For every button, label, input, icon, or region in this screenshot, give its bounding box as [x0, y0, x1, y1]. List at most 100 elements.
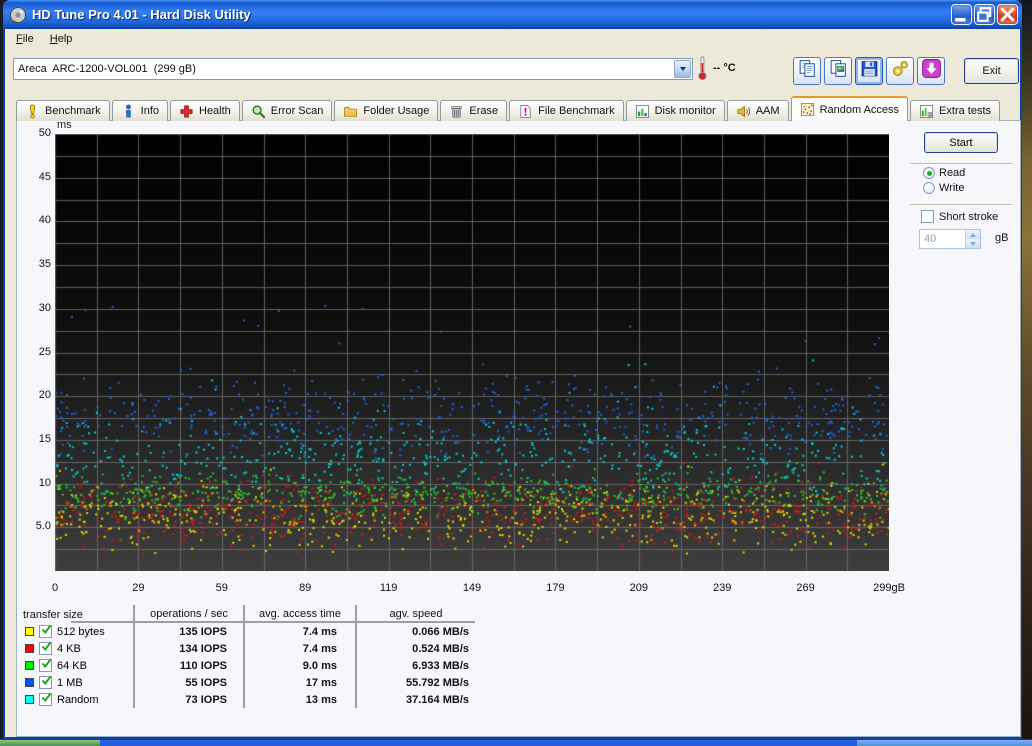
app-icon: [9, 6, 27, 24]
result-row: 1 MB55 IOPS17 ms55.792 MB/s: [23, 674, 475, 691]
benchmark-icon: [25, 104, 40, 119]
spin-up-button[interactable]: [966, 230, 980, 239]
tab-label: Disk monitor: [655, 105, 716, 117]
taskbar: [0, 739, 1032, 746]
x-tick-label: 119: [361, 582, 417, 594]
copy-text-icon: [797, 58, 818, 84]
transfer-size-label: 1 MB: [57, 677, 83, 689]
update-button[interactable]: [917, 57, 945, 85]
tab-health[interactable]: Health: [170, 100, 240, 121]
minimize-icon: [952, 5, 971, 24]
health-icon: [179, 104, 194, 119]
restore-button[interactable]: [974, 4, 995, 25]
stroke-size-value: 40: [920, 230, 965, 248]
close-button[interactable]: [997, 4, 1018, 25]
read-radio-circle[interactable]: [923, 167, 935, 179]
spin-down-button[interactable]: [966, 239, 980, 248]
tab-error-scan[interactable]: Error Scan: [242, 100, 333, 121]
exit-button[interactable]: Exit: [964, 58, 1019, 84]
write-radio-circle[interactable]: [923, 182, 935, 194]
transfer-size-label: Random: [57, 694, 99, 706]
series-checkbox[interactable]: [39, 659, 52, 672]
chevron-down-icon[interactable]: [674, 60, 691, 78]
access-time-value: 9.0 ms: [245, 660, 355, 672]
results-header: agv. speed: [357, 608, 475, 620]
transfer-size-label: 64 KB: [57, 660, 87, 672]
x-tick-label: 239: [694, 582, 750, 594]
tab-folder-usage[interactable]: Folder Usage: [334, 100, 438, 121]
access-time-value: 7.4 ms: [245, 626, 355, 638]
series-color-swatch: [25, 695, 34, 704]
results-header-row: transfer sizeoperations / secavg. access…: [23, 605, 475, 621]
read-radio[interactable]: Read: [923, 167, 965, 179]
update-icon: [921, 58, 942, 84]
series-checkbox[interactable]: [39, 693, 52, 706]
start-menu-sliver[interactable]: [0, 740, 100, 746]
tab-disk-monitor[interactable]: Disk monitor: [626, 100, 725, 121]
tab-aam[interactable]: AAM: [727, 100, 789, 121]
y-tick-label: 30: [19, 302, 51, 314]
hd-tune-window: HD Tune Pro 4.01 - Hard Disk Utility Fil…: [3, 0, 1022, 739]
screen: HD Tune Pro 4.01 - Hard Disk Utility Fil…: [0, 0, 1032, 746]
x-tick-label: 299gB: [861, 582, 917, 594]
error-scan-icon: [251, 104, 266, 119]
tab-bar: BenchmarkInfoHealth Error Scan Folder Usag…: [16, 96, 1002, 121]
drive-select-value: Areca ARC-1200-VOL001 (299 gB): [14, 63, 673, 75]
copy-text-button[interactable]: [793, 57, 821, 85]
erase-icon: [449, 104, 464, 119]
tab-label: Error Scan: [271, 105, 324, 117]
menu-item-file[interactable]: File: [8, 31, 42, 47]
tab-label: Random Access: [820, 104, 899, 116]
ops-value: 134 IOPS: [135, 643, 243, 655]
x-tick-label: 149: [444, 582, 500, 594]
series-checkbox[interactable]: [39, 676, 52, 689]
access-time-value: 17 ms: [245, 677, 355, 689]
series-color-swatch: [25, 644, 34, 653]
stroke-size-input[interactable]: 40: [919, 229, 981, 249]
separator: [910, 163, 1012, 165]
series-color-swatch: [25, 627, 34, 636]
copy-image-icon: [828, 58, 849, 84]
write-radio[interactable]: Write: [923, 182, 964, 194]
ops-value: 110 IOPS: [135, 660, 243, 672]
window-title: HD Tune Pro 4.01 - Hard Disk Utility: [32, 7, 251, 22]
menu-item-help[interactable]: Help: [42, 31, 81, 47]
tab-file-benchmark[interactable]: File Benchmark: [509, 100, 623, 121]
series-color-swatch: [25, 661, 34, 670]
main-panel: ms 5045403530252015105.0 029598911914917…: [16, 120, 1021, 737]
speed-value: 6.933 MB/s: [357, 660, 475, 672]
y-tick-label: 50: [19, 127, 51, 139]
y-tick-label: 15: [19, 433, 51, 445]
y-tick-label: 35: [19, 258, 51, 270]
options-button[interactable]: [886, 57, 914, 85]
save-icon: [859, 58, 880, 84]
speed-value: 55.792 MB/s: [357, 677, 475, 689]
short-stroke-checkbox[interactable]: Short stroke: [921, 210, 998, 223]
drive-select[interactable]: Areca ARC-1200-VOL001 (299 gB): [13, 58, 693, 80]
tab-label: AAM: [756, 105, 780, 117]
tab-extra-tests[interactable]: Extra tests: [910, 100, 1000, 121]
minimize-button[interactable]: [951, 4, 972, 25]
short-stroke-label: Short stroke: [939, 211, 998, 223]
y-tick-label: 20: [19, 389, 51, 401]
tab-erase[interactable]: Erase: [440, 100, 507, 121]
y-tick-label: 25: [19, 346, 51, 358]
write-radio-label: Write: [939, 182, 964, 194]
temperature-readout: -- °C: [713, 62, 736, 74]
tab-random-access[interactable]: Random Access: [791, 96, 908, 121]
info-icon: [121, 104, 136, 119]
save-button[interactable]: [855, 57, 883, 85]
copy-image-button[interactable]: [824, 57, 852, 85]
tab-info[interactable]: Info: [112, 100, 168, 121]
tab-label: Folder Usage: [363, 105, 429, 117]
series-checkbox[interactable]: [39, 642, 52, 655]
short-stroke-box[interactable]: [921, 210, 934, 223]
tab-benchmark[interactable]: Benchmark: [16, 100, 110, 121]
separator: [910, 204, 1012, 206]
restore-icon: [975, 5, 994, 24]
aam-icon: [736, 104, 751, 119]
series-checkbox[interactable]: [39, 625, 52, 638]
start-button[interactable]: Start: [924, 132, 998, 153]
y-tick-label: 45: [19, 171, 51, 183]
x-tick-label: 269: [778, 582, 834, 594]
